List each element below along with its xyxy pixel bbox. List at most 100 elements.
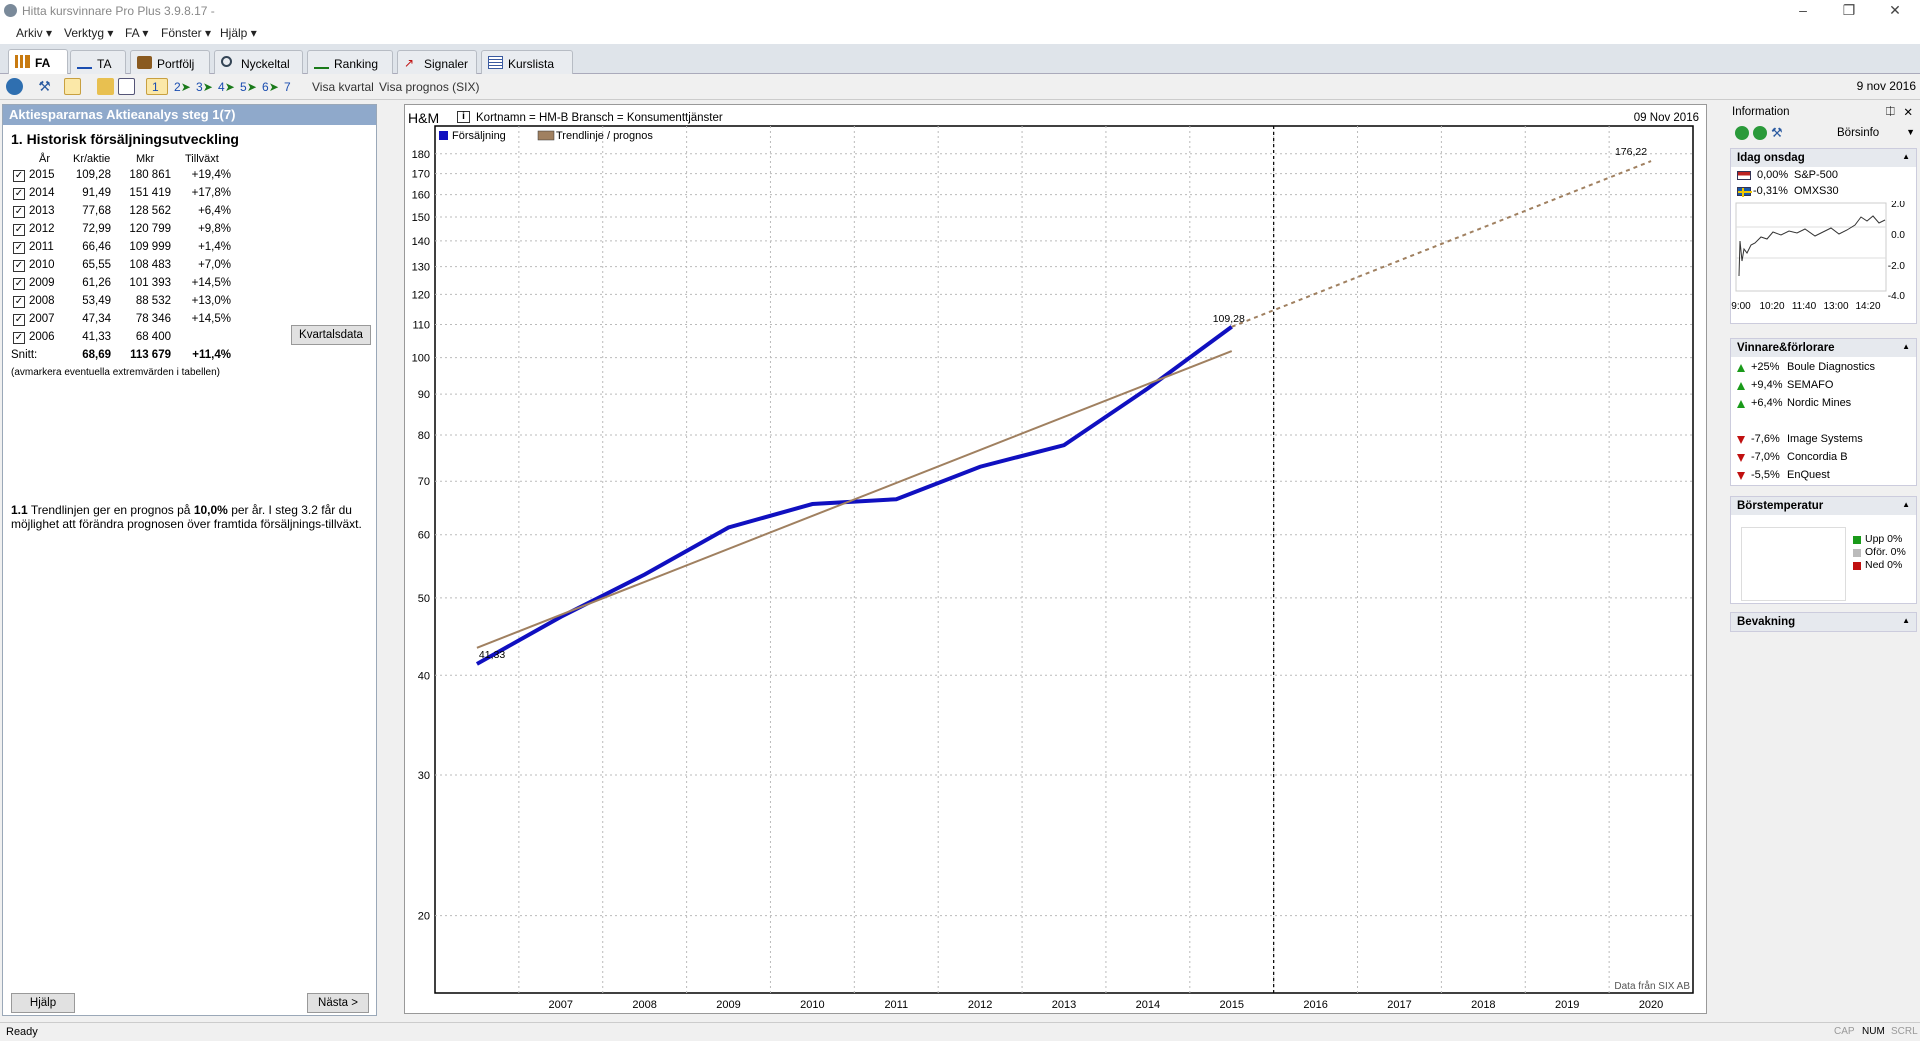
step-7-button[interactable]: 7	[284, 80, 291, 94]
tab-ranking[interactable]: Ranking	[307, 50, 393, 74]
row-checkbox[interactable]: ✓	[13, 188, 25, 200]
globe-icon[interactable]	[6, 78, 23, 95]
bevakning-section: Bevakning ▲	[1730, 612, 1917, 632]
row-growth: +13,0%	[191, 295, 231, 307]
x-tick-label: 2015	[1219, 999, 1243, 1011]
step-6-button[interactable]: 6➤	[262, 80, 279, 94]
x-tick-label: 2012	[968, 999, 992, 1011]
trend-note: 1.1 Trendlinjen ger en prognos på 10,0% …	[11, 503, 362, 531]
row-checkbox[interactable]: ✓	[13, 206, 25, 218]
menu-verktyg[interactable]: Verktyg ▾	[64, 26, 113, 40]
trend-line	[476, 350, 1233, 649]
borsinfo-toolbar: ⚒ Börsinfo ▼	[1731, 123, 1917, 143]
minimize-icon[interactable]: –	[1780, 0, 1826, 22]
row-checkbox[interactable]: ✓	[13, 296, 25, 308]
spark-ytick: 2.0	[1891, 201, 1905, 210]
tab-fa[interactable]: FA	[8, 49, 68, 74]
row-checkbox[interactable]: ✓	[13, 332, 25, 344]
panel-close-icon[interactable]: ✕	[1903, 105, 1913, 119]
mover-name[interactable]: Concordia B	[1787, 451, 1848, 463]
row-checkbox[interactable]: ✓	[13, 260, 25, 272]
bevakning-header[interactable]: Bevakning ▲	[1731, 613, 1916, 631]
row-checkbox[interactable]: ✓	[13, 242, 25, 254]
menu-fa[interactable]: FA ▾	[125, 26, 148, 40]
borstemperatur-header[interactable]: Börstemperatur ▲	[1731, 497, 1916, 515]
hint-text: (avmarkera eventuella extremvärden i tab…	[11, 367, 220, 378]
menu-arkiv[interactable]: Arkiv ▾	[16, 26, 52, 40]
y-tick-label: 60	[418, 530, 430, 542]
row-year: 2011	[29, 241, 54, 253]
cap-indicator: CAP	[1834, 1026, 1855, 1037]
col-header-kr: Kr/aktie	[73, 153, 111, 165]
x-tick-label: 2020	[1639, 999, 1663, 1011]
ranking-icon	[314, 56, 329, 69]
y-tick-label: 100	[412, 353, 430, 365]
mover-name[interactable]: EnQuest	[1787, 469, 1830, 481]
mover-name[interactable]: SEMAFO	[1787, 379, 1833, 391]
pin-icon[interactable]: ⎅	[1886, 106, 1895, 119]
winners-header[interactable]: Vinnare&förlorare ▲	[1731, 339, 1916, 357]
row-checkbox[interactable]: ✓	[13, 170, 25, 182]
se-flag-icon	[1737, 187, 1752, 197]
settings-icon[interactable]: ⚒	[1771, 125, 1783, 141]
mover-name[interactable]: Nordic Mines	[1787, 397, 1851, 409]
chevron-down-icon[interactable]: ▼	[1906, 127, 1915, 137]
kvartalsdata-button[interactable]: Kvartalsdata	[291, 325, 371, 345]
document-icon[interactable]	[64, 78, 81, 95]
tab-ta[interactable]: TA	[70, 50, 126, 74]
list-icon	[488, 56, 503, 69]
borsinfo-dropdown[interactable]: Börsinfo	[1837, 127, 1879, 139]
step-2-button[interactable]: 2➤	[174, 80, 191, 94]
row-year: 2014	[29, 187, 55, 199]
index-sparkline: 2.0 0.0 -2.0 -4.0 9:00 10:20 11:40 13:00…	[1731, 201, 1905, 311]
row-checkbox[interactable]: ✓	[13, 278, 25, 290]
help-button[interactable]: Hjälp	[11, 993, 75, 1013]
visa-prognos-button[interactable]: Visa prognos (SIX)	[379, 80, 480, 94]
row-checkbox[interactable]: ✓	[13, 314, 25, 326]
tab-nyckeltal[interactable]: Nyckeltal	[214, 50, 303, 74]
next-button[interactable]: Nästa >	[307, 993, 369, 1013]
x-tick-label: 2018	[1471, 999, 1495, 1011]
unchanged-swatch	[1853, 549, 1861, 557]
y-tick-label: 80	[418, 430, 430, 442]
step-4-button[interactable]: 4➤	[218, 80, 235, 94]
mover-name[interactable]: Image Systems	[1787, 433, 1863, 445]
step-5-button[interactable]: 5➤	[240, 80, 257, 94]
back-icon[interactable]	[1735, 126, 1749, 140]
row-year: 2015	[29, 169, 55, 181]
index-omxs30-name[interactable]: OMXS30	[1794, 185, 1839, 197]
wrench-icon[interactable]: ⚒	[36, 78, 53, 95]
row-kr: 47,34	[82, 313, 111, 325]
avg-mkr: 113 679	[130, 349, 171, 361]
restore-icon[interactable]: ❐	[1826, 0, 1872, 22]
information-panel: Information ⎅ ✕ ⚒ Börsinfo ▼ Idag onsdag…	[1729, 102, 1920, 1022]
app-icon	[4, 4, 17, 17]
idag-header[interactable]: Idag onsdag ▲	[1731, 149, 1916, 167]
step-1-button[interactable]: 1	[146, 78, 168, 95]
folder-icon[interactable]	[97, 78, 114, 95]
avg-kr: 68,69	[82, 349, 111, 361]
y-tick-label: 160	[412, 190, 430, 202]
row-kr: 91,49	[82, 187, 111, 199]
legend-sales: Försäljning	[452, 130, 506, 142]
step-3-button[interactable]: 3➤	[196, 80, 213, 94]
tab-signaler[interactable]: ↗ Signaler	[397, 50, 477, 74]
menu-fonster[interactable]: Fönster ▾	[161, 26, 211, 40]
tab-portfolj[interactable]: Portfölj	[130, 50, 210, 74]
spark-xtick: 9:00	[1731, 301, 1751, 311]
mover-name[interactable]: Boule Diagnostics	[1787, 361, 1875, 373]
tab-kurslista[interactable]: Kurslista	[481, 50, 573, 74]
index-omxs30-change: -0,31%	[1753, 185, 1788, 197]
row-checkbox[interactable]: ✓	[13, 224, 25, 236]
row-mkr: 78 346	[135, 313, 171, 325]
mover-change: +9,4%	[1751, 379, 1783, 391]
edit-icon[interactable]	[118, 78, 135, 95]
close-icon[interactable]: ✕	[1872, 0, 1918, 22]
row-growth: +7,0%	[198, 259, 231, 271]
visa-kvartal-button[interactable]: Visa kvartal	[312, 80, 374, 94]
mover-change: -7,0%	[1751, 451, 1780, 463]
forward-icon[interactable]	[1753, 126, 1767, 140]
menu-hjalp[interactable]: Hjälp ▾	[220, 26, 257, 40]
status-bar: Ready CAP NUM SCRL	[0, 1022, 1920, 1041]
index-sp500-name[interactable]: S&P-500	[1794, 169, 1838, 181]
